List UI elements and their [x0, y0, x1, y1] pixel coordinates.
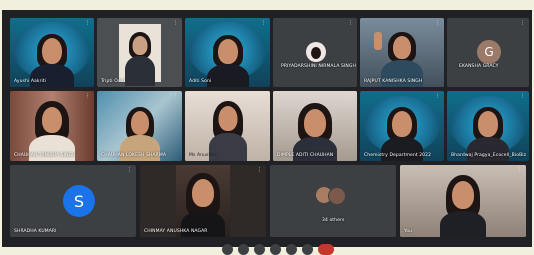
more-vert-icon[interactable]: ⋮	[348, 94, 353, 99]
more-vert-icon[interactable]: ⋮	[517, 168, 522, 173]
participant-tile[interactable]: ⋮ Aditi Soni	[185, 18, 270, 87]
participant-face	[304, 109, 326, 137]
participant-name: Bhardwaj Pragya_Ecocell_BioBiz	[451, 153, 527, 158]
more-vert-icon[interactable]: ⋮	[173, 94, 178, 99]
more-vert-icon[interactable]: ⋮	[173, 21, 178, 26]
peace-sign-hand	[374, 32, 382, 50]
participant-name: CHAUHAN LOKESH SHARMA	[101, 153, 167, 158]
more-vert-icon[interactable]: ⋮	[435, 21, 440, 26]
participant-face	[392, 111, 412, 137]
participant-face	[42, 107, 62, 133]
more-vert-icon[interactable]: ⋮	[127, 168, 132, 173]
more-vert-icon[interactable]: ⋮	[261, 94, 266, 99]
more-vert-icon[interactable]: ⋮	[520, 94, 525, 99]
participant-face	[393, 36, 411, 59]
participant-name: Ms Anushka	[189, 153, 217, 158]
more-options-button[interactable]	[302, 244, 313, 255]
participant-body	[440, 211, 486, 237]
participant-tile[interactable]: ⋮ CHAUHAN TANISHA SINGH	[10, 91, 94, 161]
more-vert-icon[interactable]: ⋮	[348, 21, 353, 26]
participant-name: Chemistry Department 2022	[364, 153, 432, 158]
participant-name: CHINMAY ANUSHKA NAGAR	[144, 229, 208, 234]
participant-face	[452, 181, 474, 209]
others-count-label: 34 others	[322, 218, 345, 223]
participant-name: PRIYADARSHINI NIRMALA SINGH	[281, 64, 356, 69]
participant-tile[interactable]: S ⋮ SHRADHA KUMARI	[10, 165, 136, 237]
participant-name: EKANSHA GRACY	[459, 64, 499, 69]
initial-avatar: G	[477, 40, 501, 64]
raise-hand-button[interactable]	[270, 244, 281, 255]
participant-tile[interactable]: ⋮ Chemistry Department 2022	[360, 91, 444, 161]
participant-name: DIMPLE ADITI CHAUHAN	[277, 153, 334, 158]
participant-face	[42, 38, 62, 64]
initial-avatar: S	[63, 185, 95, 217]
captions-button[interactable]	[254, 244, 265, 255]
participant-name: CHAUHAN TANISHA SINGH	[14, 153, 76, 158]
participant-tile[interactable]: ⋮ Ms Anushka	[185, 91, 270, 161]
participant-body	[124, 56, 155, 86]
participant-name: Tripti Ooni	[101, 79, 125, 84]
self-view-tile[interactable]: ⋮ You	[400, 165, 526, 237]
present-button[interactable]	[286, 244, 297, 255]
participant-tile[interactable]: ⋮ DIMPLE ADITI CHAUHAN	[273, 91, 357, 161]
microphone-button[interactable]	[222, 244, 233, 255]
more-vert-icon[interactable]: ⋮	[435, 94, 440, 99]
participant-tile[interactable]: ⋮ CHAUHAN LOKESH SHARMA	[97, 91, 182, 161]
participant-face	[192, 179, 214, 207]
participant-tile[interactable]: ⋮ PRIYADARSHINI NIRMALA SINGH	[273, 18, 357, 87]
participant-face	[130, 111, 149, 135]
participant-name: Aditi Soni	[189, 79, 212, 84]
more-vert-icon[interactable]: ⋮	[85, 94, 90, 99]
end-call-button[interactable]	[318, 244, 334, 255]
participant-face	[218, 106, 237, 131]
participant-face	[132, 36, 147, 55]
participant-face	[217, 39, 238, 64]
more-vert-icon[interactable]: ⋮	[257, 168, 262, 173]
profile-photo-avatar	[306, 42, 326, 62]
participant-tile[interactable]: ⋮ Bhardwaj Pragya_Ecocell_BioBiz	[447, 91, 529, 161]
participant-name: RAJPUT KANISHKA SINGH	[364, 79, 423, 84]
participant-tile[interactable]: ⋮ Ayushi Aakriti	[10, 18, 94, 87]
participant-tile[interactable]: ⋮ RAJPUT KANISHKA SINGH	[360, 18, 444, 87]
more-vert-icon[interactable]: ⋮	[520, 21, 525, 26]
meeting-grid: ⋮ Ayushi Aakriti ⋮ Tripti Ooni ⋮ Aditi S…	[2, 10, 532, 247]
participant-name: SHRADHA KUMARI	[14, 229, 57, 234]
participant-tile[interactable]: G ⋮ EKANSHA GRACY	[447, 18, 529, 87]
participant-name: You	[404, 229, 413, 234]
participant-face	[478, 111, 498, 137]
participant-tile[interactable]: ⋮ CHINMAY ANUSHKA NAGAR	[140, 165, 266, 237]
participant-tile[interactable]: ⋮ Tripti Ooni	[97, 18, 182, 87]
camera-button[interactable]	[238, 244, 249, 255]
more-vert-icon[interactable]: ⋮	[85, 21, 90, 26]
more-vert-icon[interactable]: ⋮	[261, 21, 266, 26]
participant-name: Ayushi Aakriti	[14, 79, 47, 84]
participant-body	[206, 64, 249, 87]
others-avatar-2	[328, 187, 346, 205]
others-tile[interactable]: 34 others	[270, 165, 396, 237]
